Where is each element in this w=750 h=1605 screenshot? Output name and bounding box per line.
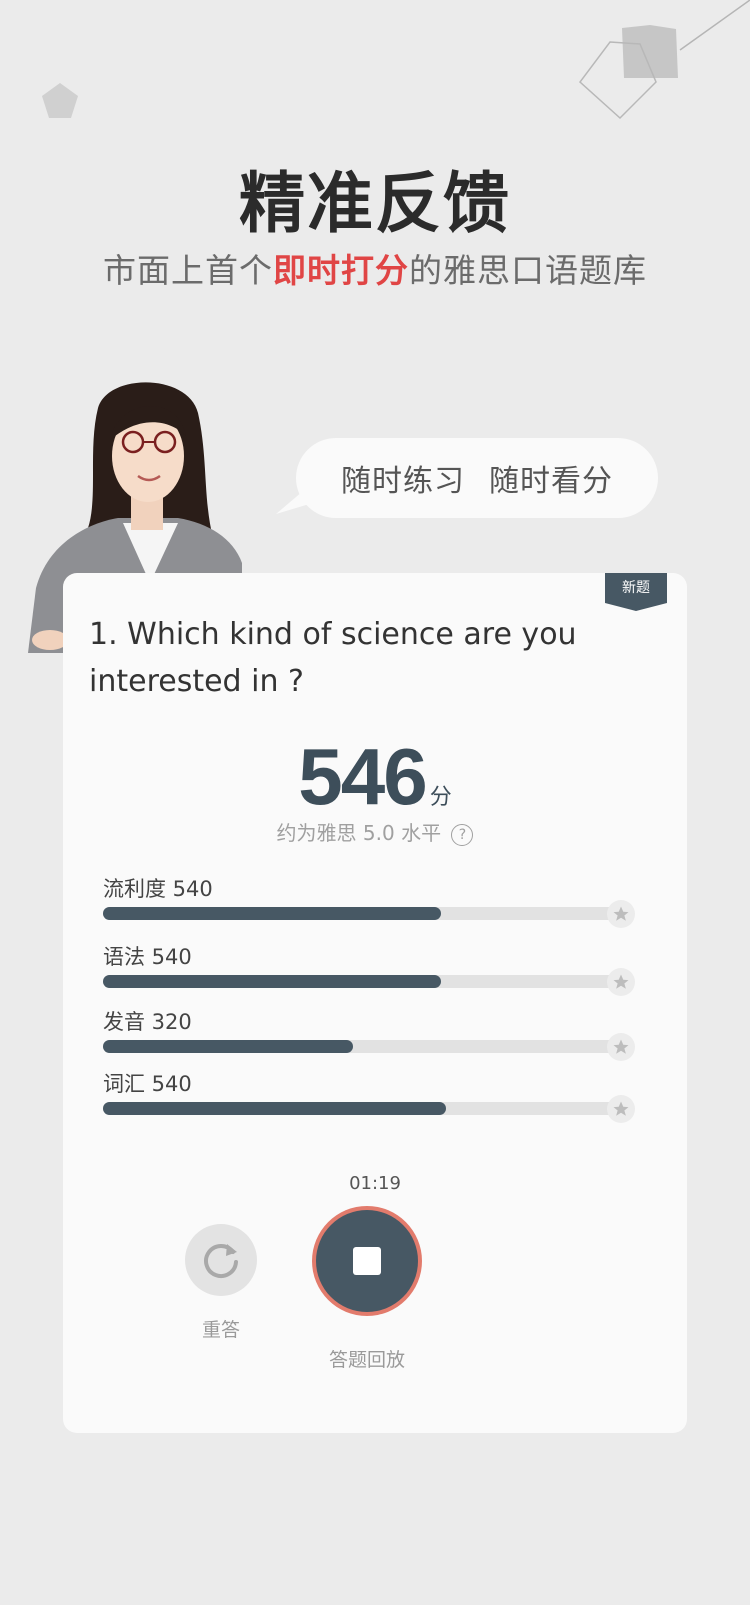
playback-label: 答题回放 xyxy=(328,1349,405,1371)
stop-playback-button[interactable] xyxy=(316,1210,418,1312)
subtitle-prefix: 市面上首个 xyxy=(103,251,273,290)
metric-label: 流利度 540 xyxy=(103,877,213,901)
score-unit: 分 xyxy=(429,785,452,810)
metric-label: 语法 540 xyxy=(103,945,192,969)
bubble-phrase-score: 随时看分 xyxy=(489,464,613,499)
tag-label: 新题 xyxy=(622,580,650,596)
ielts-level: 约为雅思 5.0 水平 ? xyxy=(63,817,687,846)
page-subtitle: 市面上首个即时打分的雅思口语题库 xyxy=(0,244,750,292)
question-card: 新题 1. Which kind of science are you inte… xyxy=(63,573,687,1433)
speech-bubble: 随时练习 随时看分 xyxy=(296,438,658,518)
metric-fluency: 流利度 540 xyxy=(103,873,643,928)
redo-icon xyxy=(204,1244,238,1279)
stop-icon xyxy=(353,1247,381,1275)
metric-grammar: 语法 540 xyxy=(103,941,643,996)
level-text: 约为雅思 5.0 水平 xyxy=(276,821,442,845)
subtitle-highlight: 即时打分 xyxy=(273,251,409,290)
metric-fill xyxy=(103,975,441,988)
question-icon[interactable]: ? xyxy=(451,823,474,846)
star-icon xyxy=(607,968,635,996)
pentagon-decoration-right xyxy=(578,0,750,120)
metric-label: 词汇 540 xyxy=(103,1072,192,1096)
pentagon-decoration-left xyxy=(42,83,78,118)
bubble-phrase-practice: 随时练习 xyxy=(341,464,465,499)
star-icon xyxy=(607,900,635,928)
metric-track xyxy=(103,1095,635,1123)
metric-fill xyxy=(103,907,441,920)
subtitle-suffix: 的雅思口语题库 xyxy=(409,251,647,290)
overall-score: 546 xyxy=(298,732,427,821)
question-text: 1. Which kind of science are you interes… xyxy=(89,617,577,699)
recording-timer: 01:19 xyxy=(349,1173,401,1194)
redo-button[interactable] xyxy=(185,1224,257,1296)
metric-track xyxy=(103,900,635,928)
page-title: 精准反馈 xyxy=(239,165,511,242)
metric-track xyxy=(103,968,635,996)
metric-label: 发音 320 xyxy=(103,1010,192,1034)
new-question-tag: 新题 xyxy=(605,573,667,611)
metric-vocabulary: 词汇 540 xyxy=(103,1068,643,1123)
score-display: 546 分 xyxy=(63,731,687,823)
metric-pronunciation: 发音 320 xyxy=(103,1006,643,1061)
star-icon xyxy=(607,1095,635,1123)
redo-label: 重答 xyxy=(201,1319,240,1341)
metric-fill xyxy=(103,1102,447,1115)
metric-fill xyxy=(103,1040,353,1053)
metric-track xyxy=(103,1033,635,1061)
star-icon xyxy=(607,1033,635,1061)
